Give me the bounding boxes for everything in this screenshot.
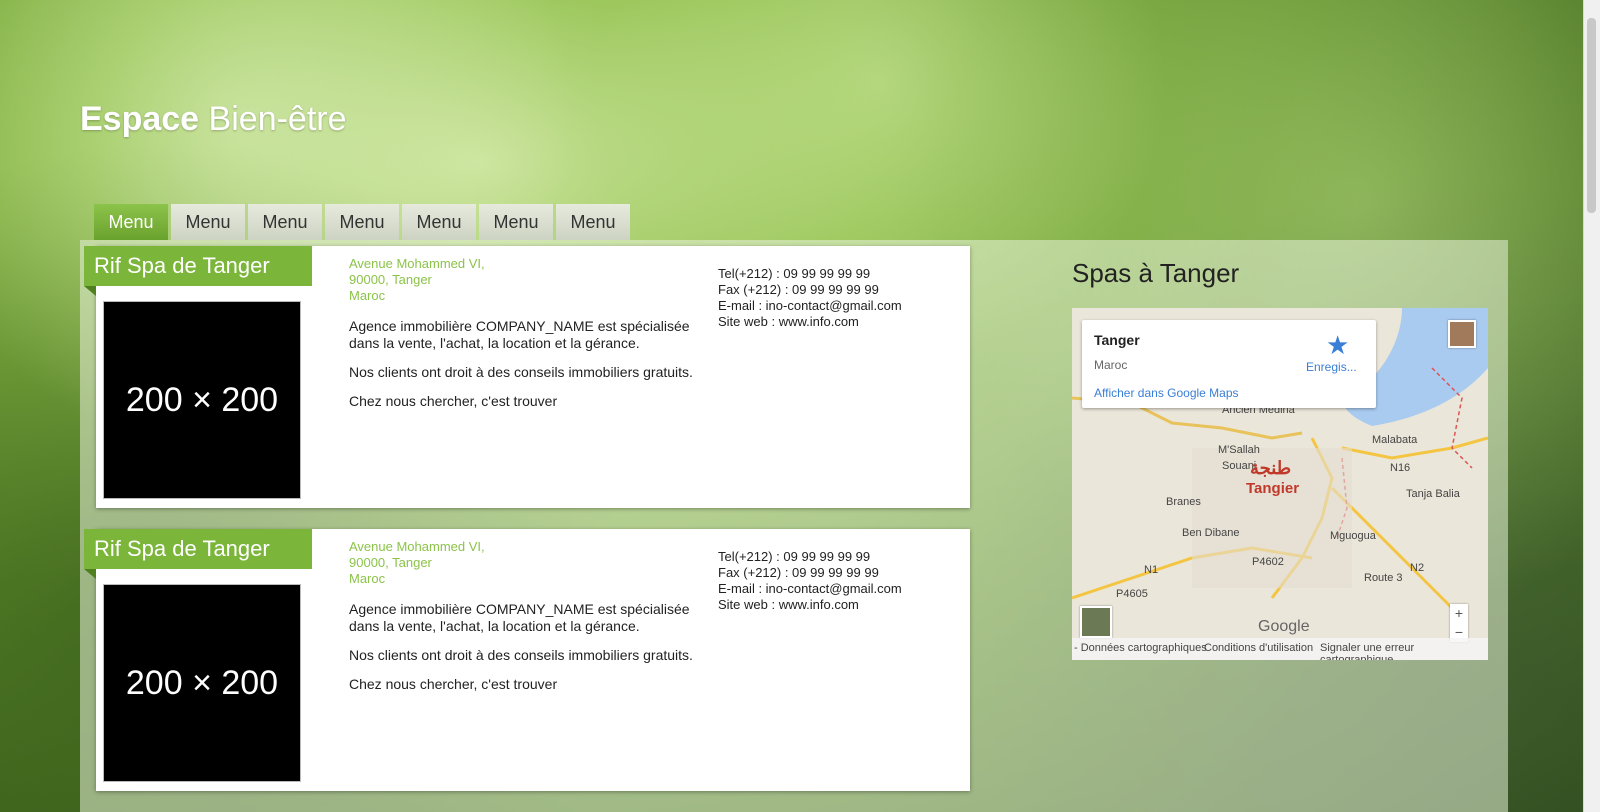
city-label-latin: Tangier bbox=[1246, 480, 1300, 497]
card-contact: Tel(+212) : 09 99 99 99 99 Fax (+212) : … bbox=[718, 549, 902, 613]
map-label: Route 3 bbox=[1364, 572, 1403, 584]
zoom-in-button[interactable]: + bbox=[1450, 604, 1468, 623]
desc-paragraph: Nos clients ont droit à des conseils imm… bbox=[349, 364, 693, 380]
report-error-link[interactable]: Signaler une erreur cartographique bbox=[1320, 642, 1488, 660]
card-title[interactable]: Rif Spa de Tanger bbox=[84, 529, 312, 569]
scrollbar-thumb[interactable] bbox=[1587, 18, 1596, 213]
satellite-toggle[interactable] bbox=[1080, 606, 1112, 638]
card-description: Agence immobilière COMPANY_NAME est spéc… bbox=[349, 601, 699, 705]
save-link[interactable]: Enregis... bbox=[1306, 360, 1357, 374]
nav-tab-1[interactable]: Menu bbox=[94, 204, 168, 240]
contact-website[interactable]: Site web : www.info.com bbox=[718, 314, 902, 330]
title-fold bbox=[84, 286, 96, 296]
map-label: N1 bbox=[1144, 564, 1159, 576]
logo-bold: Espace bbox=[80, 100, 200, 138]
map-label: Tanja Balia bbox=[1406, 488, 1460, 500]
card-description: Agence immobilière COMPANY_NAME est spéc… bbox=[349, 318, 699, 422]
map-label: Mguogua bbox=[1330, 530, 1376, 542]
map-data-link[interactable]: - Données cartographiques bbox=[1074, 642, 1207, 654]
map-label: N2 bbox=[1410, 562, 1425, 574]
map-label: Ben Dibane bbox=[1182, 527, 1240, 539]
sidebar-title: Spas à Tanger bbox=[1072, 258, 1240, 288]
nav-tab-2[interactable]: Menu bbox=[171, 204, 245, 240]
city-label-arabic: طنجة bbox=[1250, 458, 1292, 478]
address-line: 90000, Tanger bbox=[349, 555, 432, 570]
desc-paragraph: Agence immobilière COMPANY_NAME est spéc… bbox=[349, 318, 690, 351]
spa-card: Rif Spa de Tanger 200 × 200 Avenue Moham… bbox=[84, 529, 970, 791]
google-map[interactable]: Ancien Medina M'Sallah Souani Branes Ben… bbox=[1072, 308, 1488, 660]
map-label: N16 bbox=[1390, 462, 1411, 474]
spa-card: Rif Spa de Tanger 200 × 200 Avenue Moham… bbox=[84, 246, 970, 508]
info-country: Maroc bbox=[1094, 358, 1128, 372]
site-logo[interactable]: Espace Bien-être bbox=[80, 100, 347, 139]
terms-link[interactable]: Conditions d'utilisation bbox=[1204, 642, 1313, 654]
address-line: 90000, Tanger bbox=[349, 272, 432, 287]
card-title[interactable]: Rif Spa de Tanger bbox=[84, 246, 312, 286]
address-line: Avenue Mohammed VI, bbox=[349, 256, 485, 271]
map-label: Malabata bbox=[1372, 434, 1418, 446]
contact-fax: Fax (+212) : 09 99 99 99 99 bbox=[718, 282, 879, 297]
address-line: Maroc bbox=[349, 288, 386, 303]
map-label: P4605 bbox=[1116, 588, 1148, 600]
address-line: Avenue Mohammed VI, bbox=[349, 539, 485, 554]
map-label: P4602 bbox=[1252, 556, 1284, 568]
nav-tab-7[interactable]: Menu bbox=[556, 204, 630, 240]
card-address: Avenue Mohammed VI, 90000, Tanger Maroc bbox=[349, 256, 485, 304]
card-contact: Tel(+212) : 09 99 99 99 99 Fax (+212) : … bbox=[718, 266, 902, 330]
map-label: M'Sallah bbox=[1218, 444, 1260, 456]
user-avatar[interactable] bbox=[1448, 320, 1476, 348]
card-thumbnail[interactable]: 200 × 200 bbox=[104, 585, 300, 781]
star-icon[interactable]: ★ bbox=[1326, 330, 1349, 361]
contact-fax: Fax (+212) : 09 99 99 99 99 bbox=[718, 565, 879, 580]
nav-tab-3[interactable]: Menu bbox=[248, 204, 322, 240]
address-line: Maroc bbox=[349, 571, 386, 586]
scrollbar[interactable] bbox=[1583, 0, 1600, 812]
desc-paragraph: Chez nous chercher, c'est trouver bbox=[349, 676, 558, 692]
info-city: Tanger bbox=[1094, 332, 1140, 348]
zoom-control: + − bbox=[1450, 604, 1468, 642]
card-address: Avenue Mohammed VI, 90000, Tanger Maroc bbox=[349, 539, 485, 587]
nav-tab-6[interactable]: Menu bbox=[479, 204, 553, 240]
contact-tel: Tel(+212) : 09 99 99 99 99 bbox=[718, 266, 871, 281]
title-fold bbox=[84, 569, 96, 579]
contact-tel: Tel(+212) : 09 99 99 99 99 bbox=[718, 549, 871, 564]
google-logo: Google bbox=[1258, 618, 1310, 635]
contact-email[interactable]: E-mail : ino-contact@gmail.com bbox=[718, 581, 902, 597]
view-in-google-maps-link[interactable]: Afficher dans Google Maps bbox=[1094, 386, 1239, 400]
logo-light: Bien-être bbox=[208, 100, 347, 138]
map-footer: - Données cartographiques Conditions d'u… bbox=[1072, 638, 1488, 660]
map-info-card: Tanger Maroc ★ Enregis... Afficher dans … bbox=[1082, 320, 1376, 408]
contact-website[interactable]: Site web : www.info.com bbox=[718, 597, 902, 613]
main-nav: Menu Menu Menu Menu Menu Menu Menu bbox=[94, 204, 633, 240]
nav-tab-4[interactable]: Menu bbox=[325, 204, 399, 240]
map-label: Branes bbox=[1166, 496, 1201, 508]
desc-paragraph: Agence immobilière COMPANY_NAME est spéc… bbox=[349, 601, 690, 634]
desc-paragraph: Chez nous chercher, c'est trouver bbox=[349, 393, 558, 409]
desc-paragraph: Nos clients ont droit à des conseils imm… bbox=[349, 647, 693, 663]
card-thumbnail[interactable]: 200 × 200 bbox=[104, 302, 300, 498]
nav-tab-5[interactable]: Menu bbox=[402, 204, 476, 240]
contact-email[interactable]: E-mail : ino-contact@gmail.com bbox=[718, 298, 902, 314]
